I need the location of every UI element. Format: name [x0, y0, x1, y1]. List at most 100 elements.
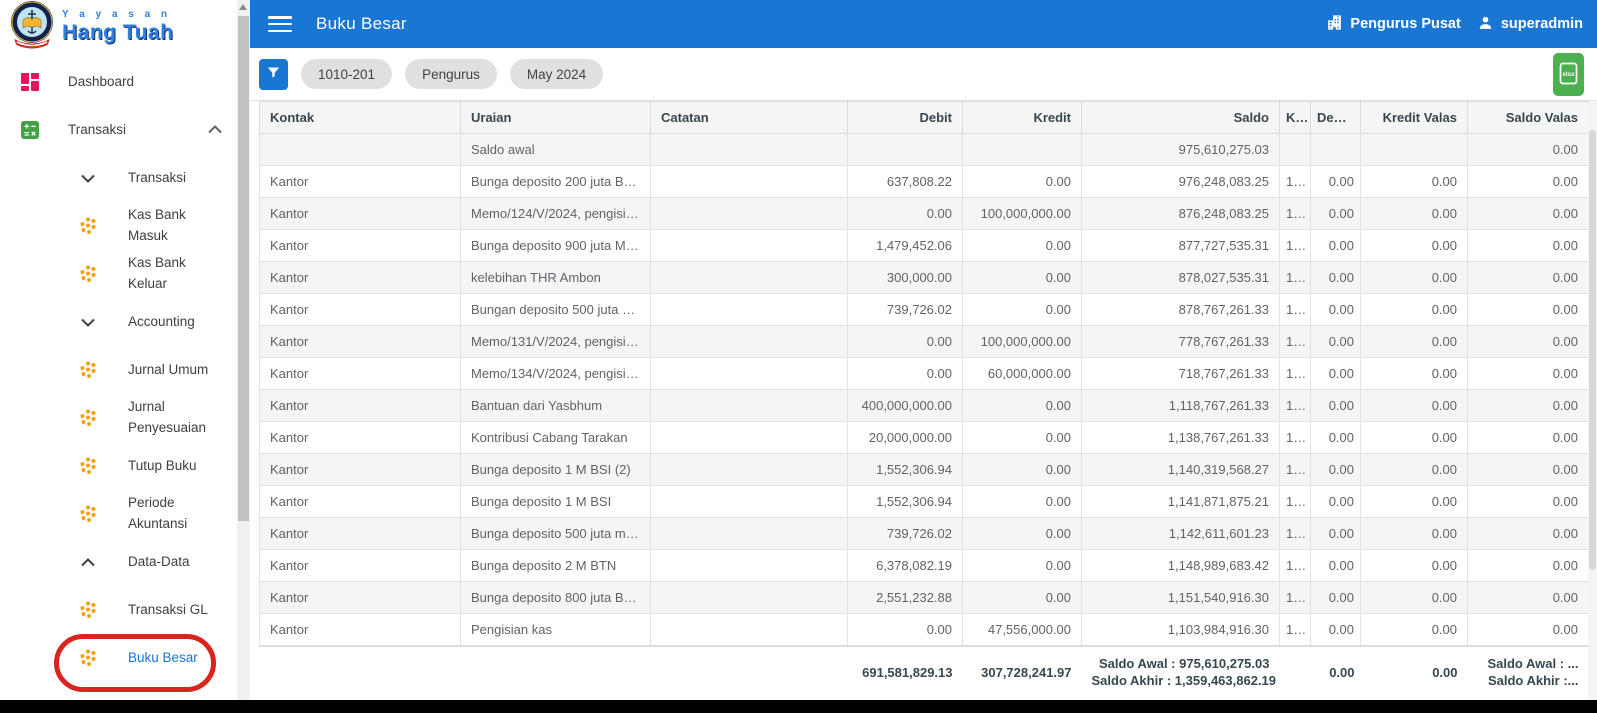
sidebar-scrollbar[interactable]: [237, 0, 250, 700]
cell-saldo-valas: 0.00: [1467, 325, 1589, 358]
filter-chip-period[interactable]: May 2024: [509, 59, 604, 89]
export-xlsx-button[interactable]: xlsx: [1553, 53, 1584, 96]
cell-catatan: [650, 357, 848, 390]
filter-chip-entity[interactable]: Pengurus: [405, 59, 497, 89]
cell-kontak: Kantor: [259, 293, 461, 326]
cell-debit: 637,808.22: [847, 165, 963, 198]
filter-button[interactable]: [259, 58, 288, 90]
cell-kredit-valas: 0.00: [1360, 517, 1468, 550]
cell-uraian: Bunga deposito 500 juta man...: [460, 517, 651, 550]
sidebar-item-data-data[interactable]: Data-Data: [0, 538, 250, 586]
cell-catatan: [650, 133, 848, 166]
yayasan-hang-tuah-emblem-icon: [8, 0, 56, 54]
sidebar-item-transaksi-group[interactable]: Transaksi: [0, 106, 250, 154]
saldo-awal-text: Saldo Awal : 975,610,275.03: [1098, 656, 1270, 671]
cell-kredit: 0.00: [962, 517, 1082, 550]
menu-icon[interactable]: [268, 16, 292, 32]
cell-debit-valas: 0.00: [1310, 549, 1361, 582]
app-header: Buku Besar Pengurus Pusat superadmin: [250, 0, 1597, 48]
logo-line2: Hang Tuah: [62, 20, 174, 44]
sidebar-item-tutup-buku[interactable]: Tutup Buku: [0, 442, 250, 490]
table-row[interactable]: Saldo awal 975,610,275.03 0.00: [259, 133, 1589, 166]
cell-kredit: 0.00: [962, 229, 1082, 262]
cell-catatan: [650, 165, 848, 198]
table-row[interactable]: Kantor Bungan deposito 500 juta Man... 7…: [259, 293, 1589, 326]
cell-saldo: 1,142,611,601.23: [1081, 517, 1280, 550]
sidebar-item-transaksi-gl[interactable]: Transaksi GL: [0, 586, 250, 634]
cell-kredit: 100,000,000.00: [962, 325, 1082, 358]
cell-kredit: 0.00: [962, 389, 1082, 422]
footer-cell-kontak: [259, 644, 461, 698]
sidebar-item-label: Tutup Buku: [128, 457, 197, 473]
table-row[interactable]: Kantor Pengisian kas 0.00 47,556,000.00 …: [259, 613, 1589, 646]
sidebar-scrollbar-thumb[interactable]: [238, 16, 249, 521]
sidebar-item-label: Kas Bank Keluar: [128, 255, 186, 291]
cell-kurs: 1...: [1279, 389, 1311, 422]
table-row[interactable]: Kantor Bunga deposito 900 juta Man... 1,…: [259, 229, 1589, 262]
sidebar-item-transaksi[interactable]: Transaksi: [0, 154, 250, 202]
chevron-up-icon: [76, 557, 100, 567]
cell-uraian: Memo/131/V/2024, pengisian...: [460, 325, 651, 358]
cell-saldo-valas: 0.00: [1467, 421, 1589, 454]
sidebar-item-dashboard[interactable]: Dashboard: [0, 58, 250, 106]
dots-cluster-icon: [76, 360, 100, 380]
cell-kredit: 0.00: [962, 549, 1082, 582]
column-header-debit: Debit: [847, 101, 963, 134]
sidebar-item-periode-akuntansi[interactable]: Periode Akuntansi: [0, 490, 250, 538]
chevron-up-icon: [208, 121, 222, 139]
cell-debit: 1,552,306.94: [847, 485, 963, 518]
table-row[interactable]: Kantor Kontribusi Cabang Tarakan 20,000,…: [259, 421, 1589, 454]
table-row[interactable]: Kantor Bunga deposito 2 M BTN 6,378,082.…: [259, 549, 1589, 582]
cell-saldo-valas: 0.00: [1467, 485, 1589, 518]
sidebar-item-jurnal-penyesuaian[interactable]: Jurnal Penyesuaian: [0, 394, 250, 442]
table-row[interactable]: Kantor kelebihan THR Ambon 300,000.00 0.…: [259, 261, 1589, 294]
table-scrollbar[interactable]: [1588, 102, 1597, 700]
cell-debit: 1,479,452.06: [847, 229, 963, 262]
sidebar-item-label: Jurnal Penyesuaian: [128, 399, 207, 435]
cell-kredit: 47,556,000.00: [962, 613, 1082, 646]
footer-cell-catatan: [650, 644, 848, 698]
svg-text:xlsx: xlsx: [1562, 71, 1575, 78]
cell-debit-valas: 0.00: [1310, 485, 1361, 518]
sidebar-item-kas-bank-masuk[interactable]: Kas Bank Masuk: [0, 202, 250, 250]
sidebar-item-jurnal-umum[interactable]: Jurnal Umum: [0, 346, 250, 394]
table-row[interactable]: Kantor Memo/124/V/2024, pengisian... 0.0…: [259, 197, 1589, 230]
cell-kontak: Kantor: [259, 165, 461, 198]
sidebar-item-buku-besar[interactable]: Buku Besar: [0, 634, 250, 682]
table-row[interactable]: Kantor Memo/134/V/2024, pengisian... 0.0…: [259, 357, 1589, 390]
table-row[interactable]: Kantor Bunga deposito 800 juta BTN 2,551…: [259, 581, 1589, 614]
cell-kontak: Kantor: [259, 581, 461, 614]
cell-uraian: Bunga deposito 1 M BSI (2): [460, 453, 651, 486]
person-icon: [1477, 14, 1494, 35]
cell-saldo: 1,103,984,916.30: [1081, 613, 1280, 646]
organization-selector[interactable]: Pengurus Pusat: [1326, 14, 1461, 35]
bottom-black-bar: [0, 700, 1597, 713]
user-menu[interactable]: superadmin: [1477, 14, 1583, 35]
table-row[interactable]: Kantor Bunga deposito 1 M BSI (2) 1,552,…: [259, 453, 1589, 486]
cell-kontak: Kantor: [259, 261, 461, 294]
footer-cell-uraian: [460, 644, 651, 698]
scrollbar-up-arrow-icon[interactable]: [239, 4, 247, 10]
cell-debit: [847, 133, 963, 166]
sidebar-item-label: Transaksi GL: [128, 601, 208, 617]
cell-saldo-valas: 0.00: [1467, 165, 1589, 198]
logo-line1: Y a y a s a n: [62, 8, 172, 20]
table-row[interactable]: Kantor Memo/131/V/2024, pengisian... 0.0…: [259, 325, 1589, 358]
cell-saldo-valas: 0.00: [1467, 261, 1589, 294]
cell-saldo-valas: 0.00: [1467, 357, 1589, 390]
sidebar-item-kas-bank-keluar[interactable]: Kas Bank Keluar: [0, 250, 250, 298]
cell-debit-valas: 0.00: [1310, 453, 1361, 486]
cell-kontak: Kantor: [259, 613, 461, 646]
table-row[interactable]: Kantor Bunga deposito 500 juta man... 73…: [259, 517, 1589, 550]
cell-saldo-valas: 0.00: [1467, 197, 1589, 230]
filter-chip-account[interactable]: 1010-201: [301, 59, 393, 89]
cell-debit-valas: 0.00: [1310, 517, 1361, 550]
table-row[interactable]: Kantor Bunga deposito 1 M BSI 1,552,306.…: [259, 485, 1589, 518]
table-scrollbar-thumb[interactable]: [1589, 130, 1596, 570]
cell-debit-valas: 0.00: [1310, 421, 1361, 454]
table-row[interactable]: Kantor Bantuan dari Yasbhum 400,000,000.…: [259, 389, 1589, 422]
sidebar-item-accounting[interactable]: Accounting: [0, 298, 250, 346]
column-header-uraian: Uraian: [460, 101, 651, 134]
table-row[interactable]: Kantor Bunga deposito 200 juta BTN 637,8…: [259, 165, 1589, 198]
cell-kurs: 1...: [1279, 293, 1311, 326]
